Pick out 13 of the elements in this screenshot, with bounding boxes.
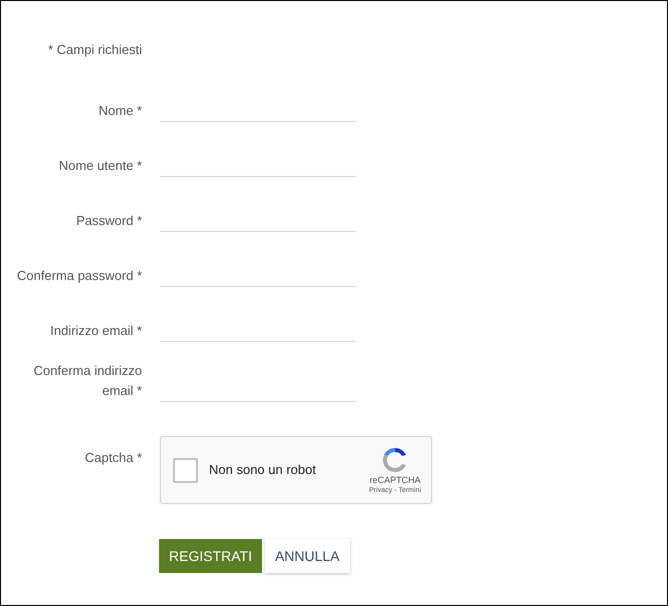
captcha-brand: reCAPTCHA: [370, 474, 421, 486]
captcha-label: Non sono un robot: [209, 461, 316, 480]
register-button[interactable]: REGISTRATI: [159, 539, 262, 573]
field-label: Conferma indirizzo email *: [32, 362, 142, 400]
field-label: Nome *: [98, 102, 142, 120]
field-label: Conferma password *: [16, 267, 142, 285]
cancel-button[interactable]: ANNULLA: [264, 539, 350, 573]
field-label: Indirizzo email *: [49, 322, 142, 340]
captcha-checkbox[interactable]: [173, 458, 198, 482]
field-label: Captcha *: [84, 449, 142, 467]
field-label: Password *: [75, 212, 142, 230]
required-note: * Campi richiesti: [48, 42, 142, 57]
field-label: Nome utente *: [58, 157, 142, 175]
